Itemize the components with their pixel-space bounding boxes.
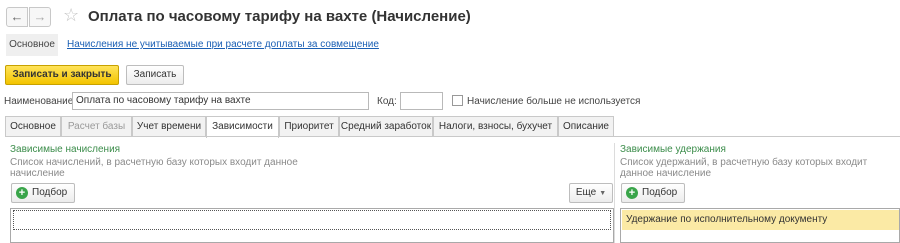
- tab-dependencies[interactable]: Зависимости: [206, 116, 279, 138]
- unused-label: Начисление больше не используется: [467, 96, 641, 107]
- save-and-close-button[interactable]: Записать и закрыть: [5, 65, 119, 85]
- add-icon: +: [16, 187, 28, 199]
- dependent-accruals-title: Зависимые начисления: [10, 144, 121, 155]
- forward-arrow-icon[interactable]: →: [29, 7, 51, 27]
- window-titlebar: ← → ☆ Оплата по часовому тарифу на вахте…: [0, 0, 900, 33]
- favorite-star-icon[interactable]: ☆: [63, 5, 79, 25]
- tab-base-calculation[interactable]: Расчет базы: [61, 116, 132, 137]
- save-button[interactable]: Записать: [126, 65, 184, 85]
- page-title: Оплата по часовому тарифу на вахте (Начи…: [88, 8, 471, 25]
- tab-taxes-accounting[interactable]: Налоги, взносы, бухучет: [433, 116, 558, 137]
- name-label: Наименование:: [4, 96, 77, 107]
- column-divider: [614, 143, 615, 243]
- chevron-down-icon: ▼: [599, 190, 607, 197]
- more-menu-button[interactable]: Еще ▼: [569, 183, 613, 203]
- tab-divider: [5, 136, 900, 137]
- add-icon: +: [626, 187, 638, 199]
- code-label: Код:: [377, 96, 397, 107]
- tab-main[interactable]: Основное: [5, 116, 61, 137]
- section-link-excluded-accruals[interactable]: Начисления не учитываемые при расчете до…: [67, 39, 379, 50]
- tab-time-accounting[interactable]: Учет времени: [132, 116, 206, 137]
- tab-average-earnings[interactable]: Средний заработок: [339, 116, 433, 137]
- code-input[interactable]: [400, 92, 443, 110]
- dependent-accruals-hint: Список начислений, в расчетную базу кото…: [10, 157, 298, 179]
- unused-checkbox[interactable]: [452, 95, 463, 106]
- dependent-deductions-title: Зависимые удержания: [620, 144, 726, 155]
- dependent-deductions-pick-button[interactable]: + Подбор: [621, 183, 685, 203]
- dependent-accruals-pick-button[interactable]: + Подбор: [11, 183, 75, 203]
- table-row[interactable]: Удержание по исполнительному документу: [622, 210, 899, 230]
- dependent-accruals-table[interactable]: [10, 208, 614, 243]
- tab-description[interactable]: Описание: [558, 116, 614, 137]
- section-main-tab[interactable]: Основное: [6, 34, 58, 56]
- back-arrow-icon[interactable]: ←: [6, 7, 28, 27]
- pick-label: Подбор: [642, 187, 678, 198]
- more-label: Еще: [575, 187, 597, 198]
- name-input[interactable]: Оплата по часовому тарифу на вахте: [72, 92, 369, 110]
- dependent-deductions-table[interactable]: Удержание по исполнительному документу: [620, 208, 900, 243]
- pick-label: Подбор: [32, 187, 68, 198]
- tab-priority[interactable]: Приоритет: [279, 116, 339, 137]
- dependent-deductions-hint: Список удержаний, в расчетную базу котор…: [620, 157, 868, 179]
- table-row-focused[interactable]: [13, 210, 611, 230]
